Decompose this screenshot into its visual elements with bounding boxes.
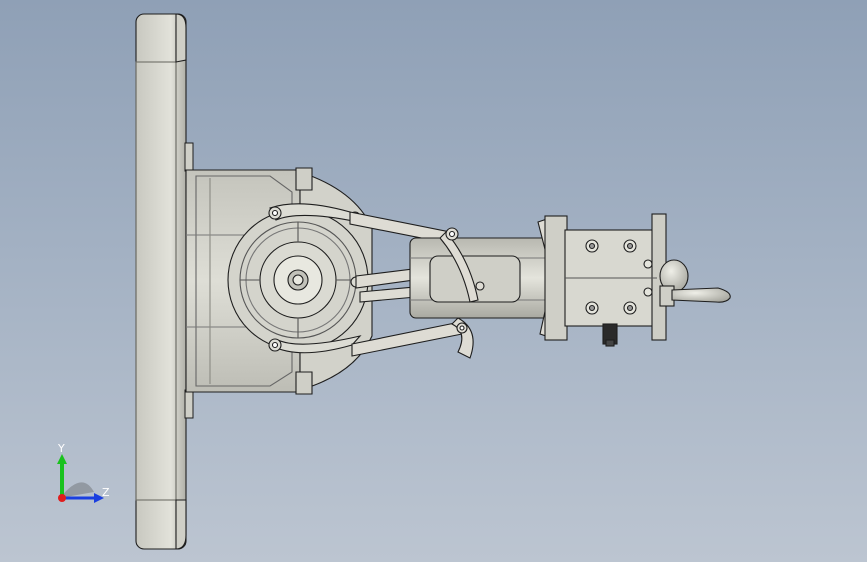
graphics-viewport[interactable]: Y Z <box>0 0 867 562</box>
cad-model-view[interactable] <box>0 0 867 562</box>
triad-origin <box>58 494 66 502</box>
end-head-block[interactable] <box>544 213 667 347</box>
axis-triad: Y Z <box>57 442 110 503</box>
flywheel[interactable] <box>227 209 369 351</box>
z-axis-label: Z <box>102 486 110 499</box>
y-axis-label: Y <box>57 442 65 455</box>
handle-knob[interactable] <box>659 259 731 307</box>
y-axis-arrow <box>57 454 67 464</box>
base-plate[interactable] <box>135 13 187 550</box>
guide-cylinder[interactable] <box>409 237 561 319</box>
